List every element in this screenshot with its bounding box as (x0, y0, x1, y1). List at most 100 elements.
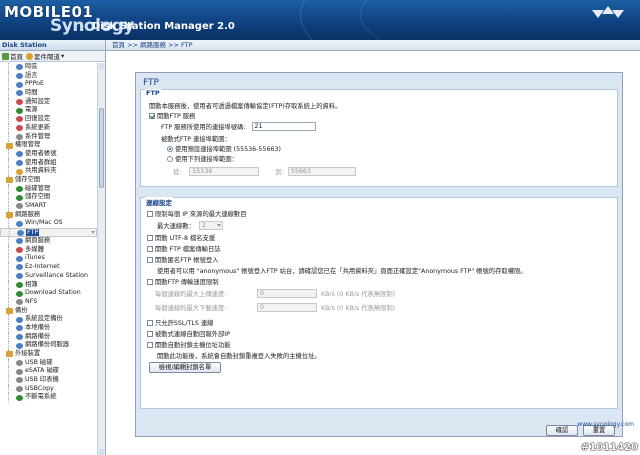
limit-ip-checkbox[interactable] (147, 210, 153, 217)
tree-line (8, 367, 9, 377)
nav-item[interactable]: Win/Mac OS (0, 219, 97, 229)
passive-default-radio[interactable] (167, 145, 173, 152)
log-checkbox[interactable] (147, 245, 153, 252)
log-row[interactable]: 開動 FTP 檔案傳輸日誌 (147, 244, 221, 253)
nav-item[interactable]: 共用資料夾 (0, 167, 97, 176)
ftp-settings-panel: FTP FTP 開動本服務後，使用者可透過檔案傳輸協定(FTP)存取系統上的資料… (135, 72, 623, 437)
nav-item[interactable]: NFS (0, 297, 97, 307)
nav-item[interactable]: 回復設定 (0, 115, 97, 124)
download-speed-input[interactable]: 0 (257, 303, 317, 312)
nav-item[interactable]: iTunes (0, 254, 97, 264)
nav-item[interactable]: 相簿 (0, 280, 97, 290)
nav-item[interactable]: Surveillance Station (0, 271, 97, 281)
ok-button[interactable]: 確認 (546, 425, 578, 436)
nav-group[interactable]: 外接裝置 (0, 350, 97, 359)
nav-item[interactable]: 磁碟管理 (0, 184, 97, 194)
scroll-thumb[interactable] (99, 108, 104, 188)
scroll-up-icon[interactable] (99, 63, 104, 69)
anonymous-note: 使用者可以用 "anonymous" 帳號登入FTP 站台，請確認您已在「共用資… (157, 268, 527, 275)
footer-link[interactable]: www.synology.com (577, 421, 634, 428)
port-from-input[interactable]: 55536 (189, 167, 260, 176)
item-icon (16, 168, 23, 175)
item-icon (16, 151, 23, 158)
blocklist-button[interactable]: 檢視/編輯封鎖名單 (149, 362, 221, 373)
nav-item[interactable]: 網路備份 (0, 332, 97, 342)
nav-label: 時間 (25, 89, 38, 97)
nav-header: Disk Station (0, 40, 105, 51)
max-ip-select[interactable]: 2 (198, 221, 223, 230)
passive-label: 被動式FTP 連接埠範圍： (161, 136, 231, 143)
nav-item[interactable]: eSATA 磁碟 (0, 367, 97, 377)
pasv-ip-checkbox[interactable] (147, 330, 153, 337)
port-input[interactable]: 21 (251, 122, 316, 131)
ssl-row[interactable]: 只允許SSL/TLS 連線 (147, 318, 213, 327)
speed-limit-checkbox[interactable] (147, 278, 153, 285)
home-button[interactable]: 首頁 (2, 51, 23, 61)
nav-label: 本地備份 (25, 323, 51, 331)
nav-item[interactable]: 時間 (0, 89, 97, 98)
nav-item[interactable]: 本地備份 (0, 323, 97, 333)
enable-ftp-row[interactable]: 開動FTP 服務 (149, 111, 195, 120)
nav-group[interactable]: 備份 (0, 306, 97, 316)
passive-custom-radio[interactable] (167, 155, 173, 162)
passive-custom-row[interactable]: 使用下列連接埠範圍： (167, 154, 238, 163)
anonymous-row[interactable]: 開動匿名FTP 帳號登入 (147, 255, 219, 264)
nav-item[interactable]: 電源 (0, 106, 97, 116)
tree-line (8, 115, 9, 124)
nav-item[interactable]: 時區 (0, 63, 97, 72)
item-icon (16, 194, 23, 201)
nav-item[interactable]: 多媒體 (0, 245, 97, 255)
upload-speed-input[interactable]: 0 (257, 289, 317, 298)
nav-item[interactable]: 通知設定 (0, 97, 97, 107)
nav-label: Win/Mac OS (25, 219, 63, 227)
passive-default-row[interactable]: 使用預設連接埠範圍 (55536-55663) (167, 144, 281, 153)
intro-text: 開動本服務後，使用者可透過檔案傳輸協定(FTP)存取系統上的資料。 (149, 103, 342, 110)
item-icon (16, 264, 23, 271)
nav-item[interactable]: 語言 (0, 71, 97, 81)
port-to-input[interactable]: 55663 (287, 167, 356, 176)
triangle-icon (612, 10, 624, 18)
tree-line (8, 63, 9, 72)
tree-line (8, 184, 9, 194)
nav-label: 多媒體 (25, 245, 44, 253)
nav-item[interactable]: PPPoE (0, 80, 97, 90)
nav-scrollbar[interactable] (97, 63, 105, 455)
nav-item[interactable]: 系統設定備份 (0, 315, 97, 324)
nav-item[interactable]: FTP (0, 228, 97, 238)
nav-item[interactable]: 儲存空間 (0, 193, 97, 202)
nav-item[interactable]: 系件管理 (0, 132, 97, 142)
nav-item[interactable]: SMART (0, 202, 97, 211)
nav-item[interactable]: 不斷電系統 (0, 393, 97, 403)
limit-ip-row[interactable]: 限制每個 IP 來源的最大連線數目 (147, 209, 247, 218)
auto-block-row[interactable]: 開動自動封鎖主機位址功能 (147, 340, 231, 349)
nav-item[interactable]: USB 印表機 (0, 376, 97, 385)
item-icon (16, 325, 23, 332)
nav-label: Ez-Internet (25, 263, 60, 271)
ssl-checkbox[interactable] (147, 319, 153, 326)
utf8-checkbox[interactable] (147, 234, 153, 241)
item-icon (16, 81, 23, 88)
scroll-down-icon[interactable] (99, 449, 104, 455)
nav-item[interactable]: Ez-Internet (0, 263, 97, 272)
tree-line (8, 89, 9, 98)
anonymous-checkbox[interactable] (147, 256, 153, 263)
download-row: 每個連線的最大下載速度: 0 KB/s (0 KB/s 代表無限制) (155, 303, 396, 312)
nav-item[interactable]: 網頁服務 (0, 237, 97, 246)
enable-ftp-checkbox[interactable] (149, 112, 155, 119)
speed-limit-row[interactable]: 開動FTP 傳輸速度限制 (147, 277, 219, 286)
ftp-legend: FTP (145, 89, 161, 97)
auto-block-checkbox[interactable] (147, 341, 153, 348)
nav-item[interactable]: Download Station (0, 289, 97, 298)
connection-legend: 連線設定 (145, 197, 173, 207)
nav-group[interactable]: 儲存空間 (0, 175, 97, 185)
package-gateway-button[interactable]: 套件閘道 ▾ (26, 51, 64, 61)
pasv-ip-row[interactable]: 被動式連線自動回報外部IP (147, 329, 230, 338)
nav-item[interactable]: 系統更新 (0, 123, 97, 133)
nav-group[interactable]: 網路服務 (0, 210, 97, 220)
utf8-row[interactable]: 開動 UTF-8 檔名支援 (147, 233, 215, 242)
nav-label: 網路服務 (15, 210, 41, 218)
nav-item[interactable]: 使用者群組 (0, 158, 97, 168)
nav-group[interactable]: 權限管理 (0, 141, 97, 150)
nav-item[interactable]: 使用者帳號 (0, 149, 97, 159)
nav-item[interactable]: 網路備份伺服器 (0, 341, 97, 350)
